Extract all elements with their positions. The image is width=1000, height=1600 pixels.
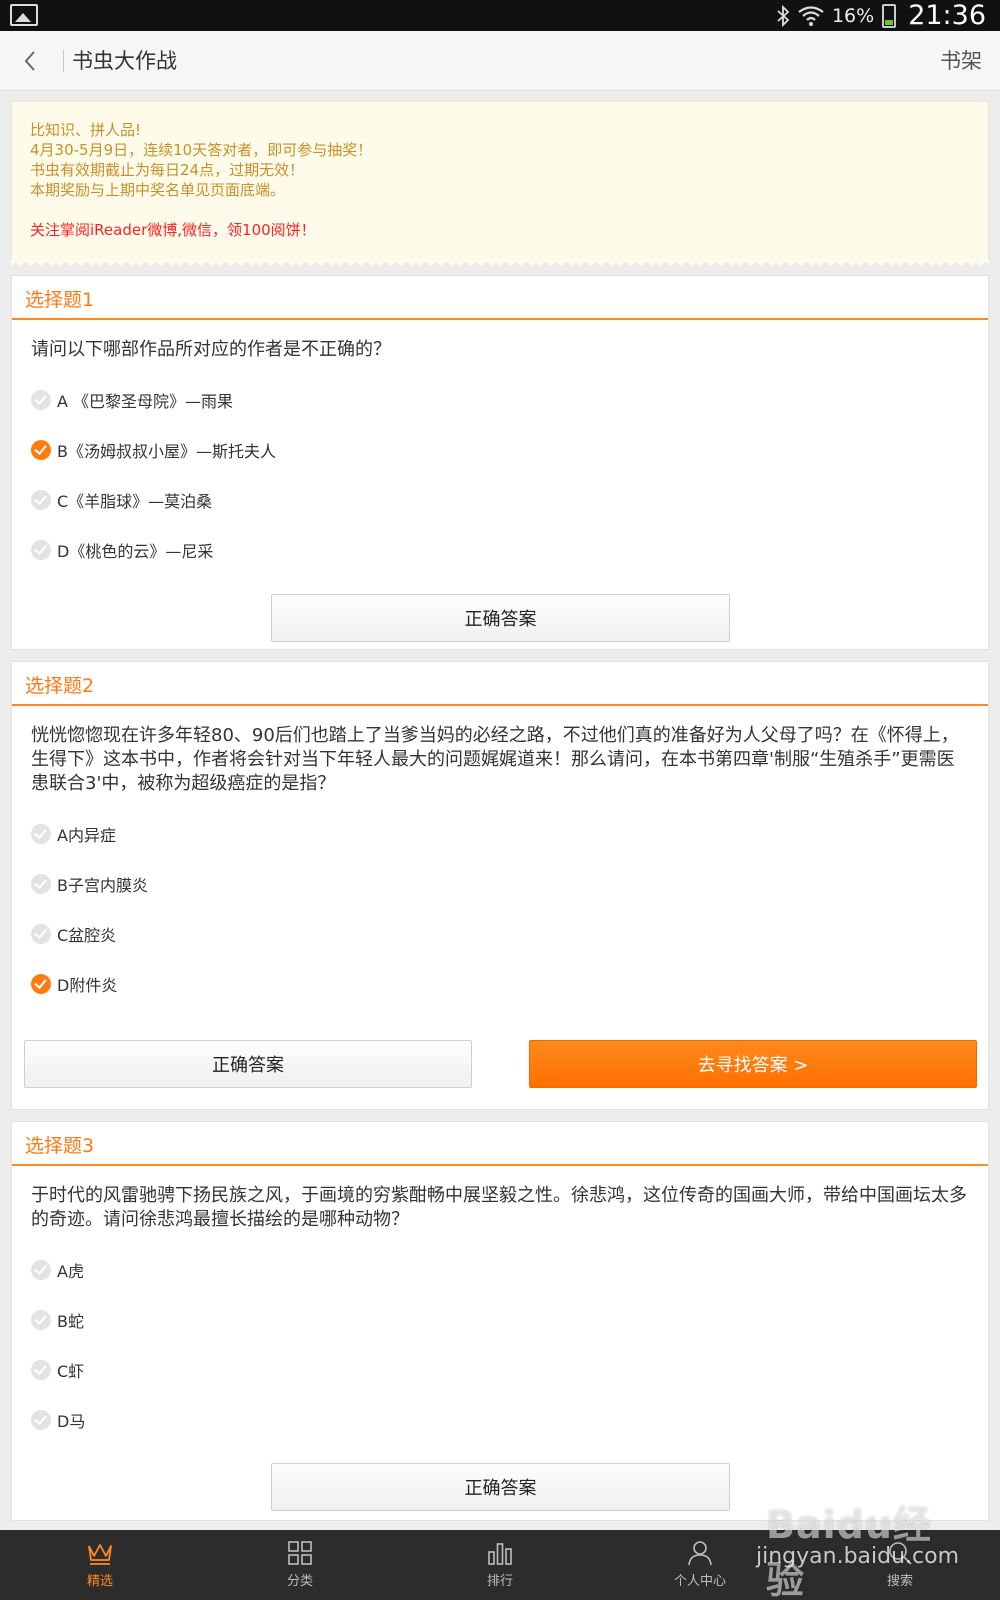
nav-item-ranking[interactable]: 排行 [400,1530,600,1600]
check-selected-icon [31,974,51,994]
back-arrow-icon[interactable] [18,47,46,75]
find-answer-button[interactable]: 去寻找答案 > [529,1040,977,1088]
check-icon [31,540,51,560]
option-a[interactable]: A内异症 [31,823,116,845]
title-divider [63,50,64,72]
option-b[interactable]: B子宫内膜炎 [31,873,148,895]
notice-line: 比知识、拼人品! [30,121,142,139]
question-text: 请问以下哪部作品所对应的作者是不正确的？ [31,339,391,360]
check-icon [31,1310,51,1330]
wifi-icon [798,5,824,26]
option-d[interactable]: D马 [31,1409,85,1431]
option-d[interactable]: D《桃色的云》—尼采 [31,539,213,561]
check-icon [31,874,51,894]
notice-zigzag-edge [11,260,989,266]
question-title: 选择题2 [12,662,988,706]
check-icon [31,824,51,844]
check-icon [31,490,51,510]
clock: 21:36 [908,0,986,31]
status-bar: 16% 21:36 [0,0,1000,31]
check-icon [31,390,51,410]
question-title: 选择题1 [12,276,988,320]
follow-promo-link[interactable]: 关注掌阅iReader微博,微信，领100阅饼！ [30,220,970,240]
question-title: 选择题3 [12,1122,988,1166]
option-label: B蛇 [57,1312,84,1331]
question-card-3: 选择题3 于时代的风雷驰骋下扬民族之风，于画境的穷紫酣畅中展坚毅之性。徐悲鸿，这… [11,1121,989,1521]
page-title: 书虫大作战 [72,49,177,73]
option-label: C虾 [57,1362,85,1381]
option-label: D《桃色的云》—尼采 [57,542,214,561]
nav-item-profile[interactable]: 个人中心 [600,1530,800,1600]
option-label: B子宫内膜炎 [57,876,148,895]
correct-answer-button[interactable]: 正确答案 [271,594,730,642]
nav-label: 搜索 [886,1574,913,1589]
notice-line: 本期奖励与上期中奖名单见页面底端。 [30,181,286,199]
user-icon [688,1541,712,1566]
option-label: C盆腔炎 [57,926,117,945]
nav-label: 个人中心 [673,1574,726,1589]
option-c[interactable]: C《羊脂球》—莫泊桑 [31,489,212,511]
check-icon [31,1260,51,1280]
title-bar: 书虫大作战 书架 [0,31,1000,91]
option-label: B《汤姆叔叔小屋》—斯托夫人 [57,442,276,461]
option-label: A内异症 [57,826,116,845]
nav-item-category[interactable]: 分类 [200,1530,400,1600]
battery-icon [882,3,897,28]
check-icon [31,1360,51,1380]
image-notification-icon [10,4,38,26]
bar-chart-icon [488,1543,512,1565]
option-label: A虎 [57,1262,84,1281]
option-d[interactable]: D附件炎 [31,973,117,995]
option-label: C《羊脂球》—莫泊桑 [57,492,213,511]
option-b[interactable]: B蛇 [31,1309,84,1331]
bottom-nav: 精选 分类 排行 个人中心 搜索 [0,1530,1000,1600]
crown-icon [88,1544,112,1565]
option-label: D附件炎 [57,976,118,995]
nav-item-featured[interactable]: 精选 [0,1530,200,1600]
nav-label: 精选 [86,1574,113,1589]
correct-answer-button[interactable]: 正确答案 [271,1463,730,1511]
option-a[interactable]: A 《巴黎圣母院》—雨果 [31,389,233,411]
option-c[interactable]: C虾 [31,1359,84,1381]
question-card-2: 选择题2 恍恍惚惚现在许多年轻80、90后们也踏上了当爹当妈的必经之路，不过他们… [11,661,989,1110]
question-text: 于时代的风雷驰骋下扬民族之风，于画境的穷紫酣畅中展坚毅之性。徐悲鸿，这位传奇的国… [31,1185,967,1230]
option-a[interactable]: A虎 [31,1259,84,1281]
question-card-1: 选择题1 请问以下哪部作品所对应的作者是不正确的？ A 《巴黎圣母院》—雨果 B… [11,275,989,650]
option-label: A 《巴黎圣母院》—雨果 [57,392,234,411]
promo-notice: 比知识、拼人品! 4月30-5月9日，连续10天答对者，即可参与抽奖！ 书虫有效… [11,101,989,266]
check-selected-icon [31,440,51,460]
question-text: 恍恍惚惚现在许多年轻80、90后们也踏上了当爹当妈的必经之路，不过他们真的准备好… [31,725,959,794]
battery-percent: 16% [831,4,875,27]
nav-label: 分类 [286,1574,313,1589]
nav-label: 排行 [486,1574,513,1589]
correct-answer-button[interactable]: 正确答案 [24,1040,472,1088]
bluetooth-icon [777,4,790,27]
grid-icon [288,1541,312,1565]
nav-item-search[interactable]: 搜索 [800,1530,1000,1600]
check-icon [31,924,51,944]
bookshelf-button[interactable]: 书架 [940,45,982,75]
notice-line: 书虫有效期截止为每日24点，过期无效！ [30,161,305,179]
option-b[interactable]: B《汤姆叔叔小屋》—斯托夫人 [31,439,276,461]
search-icon [889,1542,912,1565]
option-label: D马 [57,1412,86,1431]
notice-line: 4月30-5月9日，连续10天答对者，即可参与抽奖！ [30,141,373,159]
option-c[interactable]: C盆腔炎 [31,923,116,945]
check-icon [31,1410,51,1430]
